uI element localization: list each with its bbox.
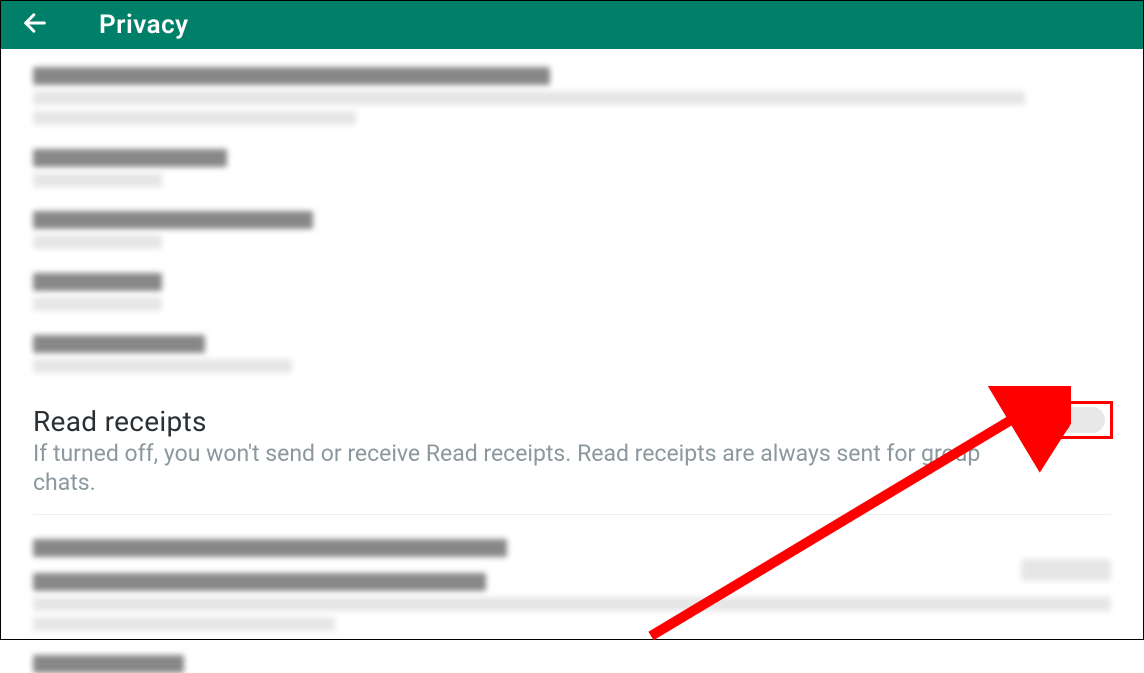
blurred-setting-6: [33, 539, 1111, 631]
privacy-header: Privacy: [1, 1, 1143, 49]
blurred-setting-7: [33, 655, 1111, 673]
read-receipts-description: If turned off, you won't send or receive…: [33, 440, 1003, 498]
blurred-setting-3: [33, 211, 1111, 249]
read-receipts-title: Read receipts: [33, 405, 1003, 438]
back-button[interactable]: [21, 9, 49, 41]
read-receipts-text: Read receipts If turned off, you won't s…: [33, 405, 1043, 498]
page-title: Privacy: [99, 10, 189, 40]
read-receipts-setting[interactable]: Read receipts If turned off, you won't s…: [33, 397, 1111, 515]
toggle-thumb-icon: [1041, 405, 1071, 435]
blurred-right-element: [1021, 559, 1111, 587]
blurred-setting-4: [33, 273, 1111, 311]
blurred-setting-5: [33, 335, 1111, 373]
read-receipts-toggle-wrap: [1043, 407, 1105, 433]
read-receipts-toggle[interactable]: [1043, 407, 1105, 433]
settings-list: Read receipts If turned off, you won't s…: [1, 49, 1143, 673]
blurred-setting-1: [33, 67, 1111, 125]
blurred-setting-2: [33, 149, 1111, 187]
